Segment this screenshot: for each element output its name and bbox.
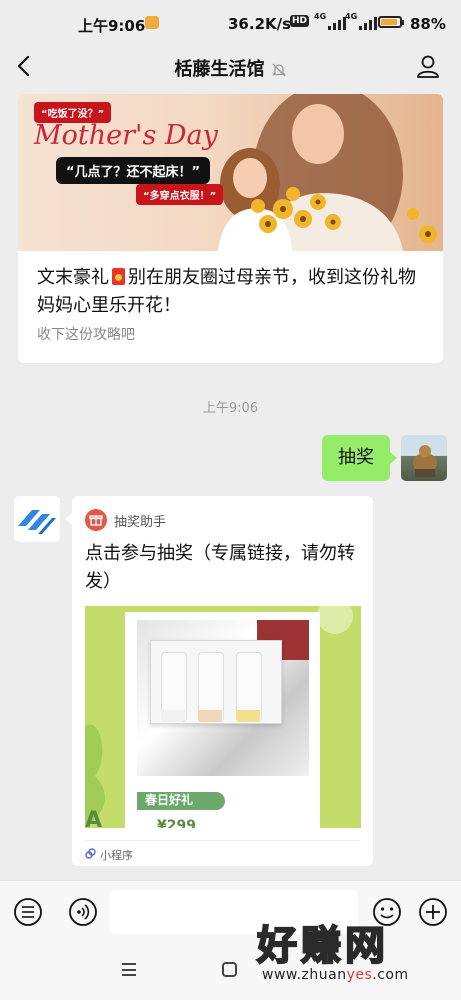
watermark: 好赚网 www.zhuanyes.com <box>256 905 452 995</box>
chat-header: 栝藤生活馆 <box>0 46 461 88</box>
corner-letter: A <box>85 808 103 828</box>
card-preview-image: 春日好礼 A ¥299 <box>85 606 361 828</box>
article-card[interactable]: “吃饭了没？” Mother's Day “几点了？还不起床！” “多穿点衣服！… <box>18 94 443 363</box>
banner-heading: Mother's Day <box>34 120 218 151</box>
price-fragment: ¥299 <box>157 818 196 828</box>
watermark-url: www.zhuanyes.com <box>262 967 409 983</box>
bell-off-icon <box>271 63 286 77</box>
person-icon[interactable] <box>414 52 442 80</box>
avatar[interactable] <box>14 496 60 542</box>
quote-bubble: “多穿点衣服！” <box>136 184 224 205</box>
mini-program-card[interactable]: 抽奖助手 点击参与抽奖（专属链接，请勿转发） 春日好礼 A ¥299 小程序 <box>65 496 373 866</box>
mothers-day-banner: “吃饭了没？” Mother's Day “几点了？还不起床！” “多穿点衣服！… <box>18 94 443 251</box>
voice-icon[interactable] <box>68 897 98 927</box>
signal-icon: 4G <box>314 12 348 30</box>
article-title: 文末豪礼 别在朋友圈过母亲节，收到这份礼物妈妈心里乐开花！ <box>37 267 416 316</box>
battery-percent: 88% <box>410 15 446 33</box>
chat-title: 栝藤生活馆 <box>174 59 265 80</box>
network-speed: 36.2K/s <box>228 15 292 33</box>
message-timestamp: 上午9:06 <box>202 401 259 416</box>
article-subtitle: 收下这份攻略吧 <box>37 327 135 343</box>
quote-bubble: “几点了？还不起床！” <box>56 157 211 184</box>
home-icon[interactable] <box>222 962 237 977</box>
gift-icon <box>85 509 107 531</box>
mini-program-icon <box>85 848 96 859</box>
dog-photo <box>413 445 437 477</box>
battery-icon <box>378 16 402 28</box>
card-title: 点击参与抽奖（专属链接，请勿转发） <box>85 543 355 592</box>
status-time: 上午9:06 <box>78 17 146 35</box>
signal-icon-2: 4G <box>345 12 379 30</box>
recent-apps-icon[interactable] <box>122 963 136 976</box>
avatar[interactable] <box>401 435 447 481</box>
mini-program-name: 抽奖助手 <box>114 515 167 530</box>
mini-program-label: 小程序 <box>100 849 133 862</box>
menu-icon[interactable] <box>13 897 43 927</box>
notification-icon <box>145 16 159 29</box>
watermark-logo-text: 好赚网 <box>256 922 389 970</box>
promo-label: 春日好礼 <box>145 793 194 807</box>
sent-message-bubble[interactable]: 抽奖 <box>322 435 397 481</box>
lottery-assistant-logo <box>18 510 56 534</box>
hd-badge: HD <box>290 15 310 27</box>
status-bar: 上午9:06 36.2K/s HD 4G 4G 88% <box>0 0 461 46</box>
red-envelope-icon <box>112 268 125 285</box>
